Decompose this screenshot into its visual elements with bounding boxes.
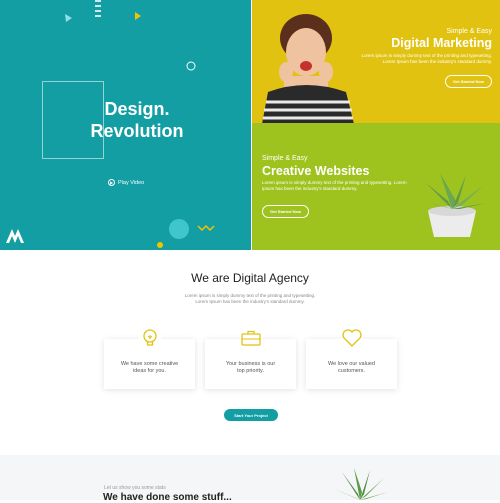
card-text: Your business is our top priority. xyxy=(205,361,296,374)
card-text: We love our valued customers. xyxy=(306,361,397,374)
stats-label: Let us show you some stats xyxy=(104,485,166,491)
cw-body: Lorem ipsum is simply dummy text of the … xyxy=(262,180,422,192)
dm-kicker: Simple & Easy xyxy=(446,28,492,35)
creative-websites-text: Simple & Easy Creative Websites Lorem ip… xyxy=(262,155,422,192)
card-line2: customers. xyxy=(338,367,365,374)
play-video-label: Play Video xyxy=(118,179,145,186)
feature-card-ideas: We have some creative ideas for you. xyxy=(104,327,195,389)
agency-title: We are Digital Agency xyxy=(191,271,309,285)
lightbulb-icon xyxy=(138,327,161,349)
cw-heading: Creative Websites xyxy=(262,164,370,178)
smiling-woman-image xyxy=(262,14,354,123)
hero-title: Design. Revolution xyxy=(62,98,212,142)
stats-title: We have done some stuff... xyxy=(103,492,232,503)
agency-subtitle: Lorem ipsum is simply dummy text of the … xyxy=(180,293,320,305)
digital-marketing-panel: Simple & Easy Digital Marketing Lorem ip… xyxy=(252,0,500,123)
cw-body-line2: Ipsum has been the industry's standard d… xyxy=(262,186,358,191)
heart-icon xyxy=(340,327,363,349)
feature-card-business: Your business is our top priority. xyxy=(205,327,296,389)
cw-get-started-button[interactable]: Get Started Now xyxy=(262,205,310,218)
agency-sub-line2: Lorem Ipsum has been the industry's stan… xyxy=(195,299,305,304)
creative-websites-panel: Simple & Easy Creative Websites Lorem ip… xyxy=(252,123,500,250)
play-icon: ▶ xyxy=(108,179,115,186)
card-line2: top priority. xyxy=(237,367,264,374)
hero-title-line1: Design. xyxy=(104,99,170,119)
hero-title-line2: Revolution xyxy=(90,121,184,141)
briefcase-icon xyxy=(239,327,262,349)
dm-body-line2: Lorem Ipsum has been the industry's stan… xyxy=(382,59,492,64)
dm-heading: Digital Marketing xyxy=(391,36,492,50)
card-line2: ideas for you. xyxy=(132,367,167,374)
hero-left-panel: Design. Revolution ▶ Play Video xyxy=(0,0,251,250)
aloe-plant-image xyxy=(332,468,388,500)
digital-marketing-text: Simple & Easy Digital Marketing Lorem ip… xyxy=(302,28,492,65)
dm-body: Lorem ipsum is simply dummy text of the … xyxy=(302,53,492,65)
succulent-plant-image xyxy=(422,173,486,237)
feature-card-customers: We love our valued customers. xyxy=(306,327,397,389)
hero-section: Design. Revolution ▶ Play Video Simple &… xyxy=(0,0,500,250)
dm-get-started-button[interactable]: Get Started Now xyxy=(444,75,492,88)
card-text: We have some creative ideas for you. xyxy=(104,361,195,374)
play-video-button[interactable]: ▶ Play Video xyxy=(108,179,144,186)
M-logo-icon[interactable] xyxy=(6,229,24,243)
cw-kicker: Simple & Easy xyxy=(262,155,308,162)
stats-section xyxy=(0,455,500,500)
start-project-button[interactable]: Start Your Project xyxy=(224,409,278,421)
